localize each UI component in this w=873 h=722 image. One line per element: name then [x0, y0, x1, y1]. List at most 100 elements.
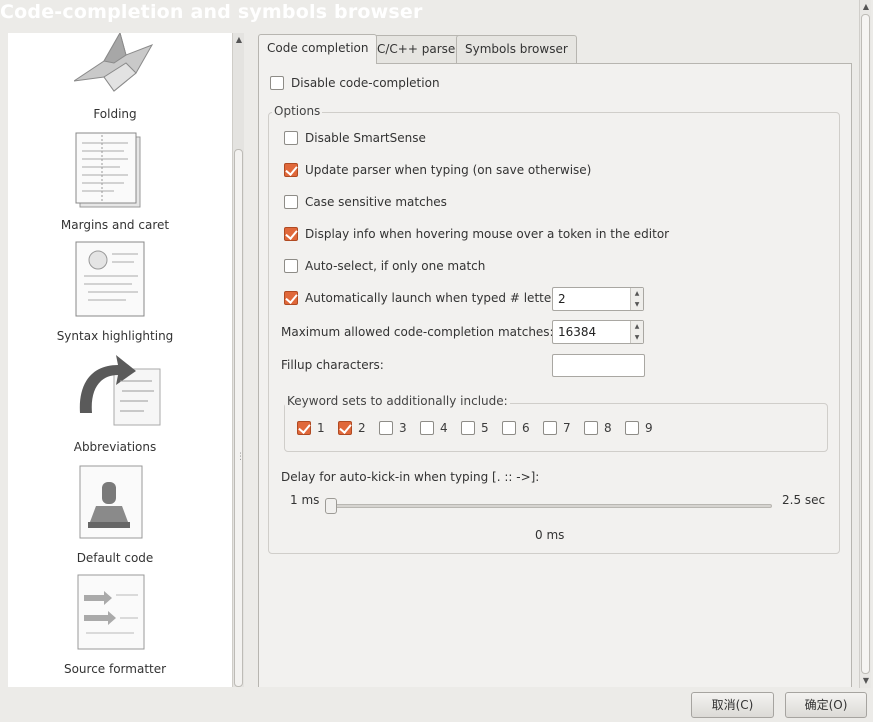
sidebar-item-margins-caret[interactable]: Margins and caret	[8, 131, 222, 242]
auto-launch-value: 2	[558, 292, 566, 306]
option-row[interactable]: Disable SmartSense	[284, 131, 426, 145]
sidebar-item-label: Source formatter	[63, 662, 167, 676]
delay-min-label: 1 ms	[290, 493, 320, 507]
sidebar-item-syntax-highlighting[interactable]: Syntax highlighting	[8, 240, 222, 351]
sidebar-item-label: Syntax highlighting	[56, 329, 174, 343]
keyword-set-label: 1	[317, 421, 325, 435]
keyword-set-8[interactable]: 8	[584, 421, 612, 435]
sidebar-item-source-formatter[interactable]: Source formatter	[8, 573, 222, 684]
disable-code-completion-label: Disable code-completion	[291, 76, 440, 90]
delay-label: Delay for auto-kick-in when typing [. ::…	[281, 470, 540, 484]
option-label: Update parser when typing (on save other…	[305, 163, 592, 177]
keyword-set-label: 3	[399, 421, 407, 435]
auto-launch-checkbox[interactable]	[284, 291, 298, 305]
stamp-document-icon	[74, 462, 154, 540]
sidebar-item-folding[interactable]: Folding	[8, 33, 222, 144]
tab-cpp-parser[interactable]: C/C++ parser	[368, 35, 470, 63]
origami-bird-icon	[73, 33, 154, 111]
option-label: Automatically launch when typed # letter…	[305, 291, 567, 305]
sidebar-item-label: Abbreviations	[73, 440, 157, 454]
keyword-sets-title: Keyword sets to additionally include:	[285, 394, 510, 408]
update-parser-checkbox[interactable]	[284, 163, 298, 177]
arrow-code-icon	[74, 351, 161, 429]
spin-up-icon[interactable]: ▲	[631, 288, 643, 299]
auto-select-checkbox[interactable]	[284, 259, 298, 273]
spin-up-icon[interactable]: ▲	[631, 321, 643, 332]
fillup-characters-input[interactable]	[552, 354, 645, 377]
scroll-down-arrow-icon[interactable]: ▼	[861, 676, 871, 685]
keyword-set-5[interactable]: 5	[461, 421, 489, 435]
keyword-set-9[interactable]: 9	[625, 421, 653, 435]
keyword-set-checkbox[interactable]	[297, 421, 311, 435]
keyword-set-checkbox[interactable]	[379, 421, 393, 435]
spin-down-icon[interactable]: ▼	[631, 332, 643, 343]
spin-down-icon[interactable]: ▼	[631, 299, 643, 310]
keyword-set-checkbox[interactable]	[584, 421, 598, 435]
keyword-set-2[interactable]: 2	[338, 421, 366, 435]
pane-splitter-handle[interactable]: ⋮	[236, 453, 245, 469]
option-row[interactable]: Update parser when typing (on save other…	[284, 163, 591, 177]
scroll-up-arrow-icon[interactable]: ▲	[861, 2, 871, 11]
main-scrollbar-thumb[interactable]	[861, 14, 870, 674]
arrows-document-icon	[74, 573, 154, 651]
keyword-set-checkbox[interactable]	[461, 421, 475, 435]
keyword-set-label: 5	[481, 421, 489, 435]
sidebar-item-label: Default code	[76, 551, 154, 565]
main-scrollbar[interactable]: ▲ ▼	[859, 0, 871, 688]
delay-slider-knob[interactable]	[325, 498, 337, 514]
option-row[interactable]: Auto-select, if only one match	[284, 259, 485, 273]
option-label: Disable SmartSense	[305, 131, 426, 145]
keyword-set-checkbox[interactable]	[625, 421, 639, 435]
option-row[interactable]: Automatically launch when typed # letter…	[284, 291, 566, 305]
keyword-set-checkbox[interactable]	[502, 421, 516, 435]
tab-symbols-browser[interactable]: Symbols browser	[456, 35, 577, 63]
keyword-set-3[interactable]: 3	[379, 421, 407, 435]
sidebar-item-abbreviations[interactable]: Abbreviations	[8, 351, 222, 462]
option-row[interactable]: Display info when hovering mouse over a …	[284, 227, 669, 241]
delay-slider-track[interactable]	[330, 504, 772, 508]
keyword-set-1[interactable]: 1	[297, 421, 325, 435]
keyword-set-label: 6	[522, 421, 530, 435]
document-pages-icon	[74, 131, 154, 209]
sidebar-item-label: Margins and caret	[60, 218, 170, 232]
keyword-set-label: 7	[563, 421, 571, 435]
window-title: Code-completion and symbols browser	[0, 1, 423, 23]
option-label: Display info when hovering mouse over a …	[305, 227, 670, 241]
max-matches-value: 16384	[558, 325, 597, 339]
disable-code-completion-row[interactable]: Disable code-completion	[270, 76, 440, 90]
sidebar-scrollbar-thumb[interactable]	[234, 149, 243, 687]
keyword-set-checkbox[interactable]	[543, 421, 557, 435]
keyword-set-label: 9	[645, 421, 653, 435]
tab-code-completion[interactable]: Code completion	[258, 34, 378, 64]
keyword-set-4[interactable]: 4	[420, 421, 448, 435]
delay-value-label: 0 ms	[535, 528, 565, 542]
max-matches-spinner[interactable]: 16384 ▲ ▼	[552, 320, 644, 344]
case-sensitive-checkbox[interactable]	[284, 195, 298, 209]
keyword-set-7[interactable]: 7	[543, 421, 571, 435]
keyword-set-label: 2	[358, 421, 366, 435]
options-group-title: Options	[272, 104, 323, 118]
scroll-up-arrow-icon[interactable]: ▲	[234, 35, 244, 45]
keyword-set-label: 4	[440, 421, 448, 435]
document-lightbulb-icon	[74, 240, 154, 318]
settings-sidebar: Folding Margins and caret Syntax highlig…	[8, 33, 232, 687]
fillup-label: Fillup characters:	[281, 358, 384, 372]
auto-launch-spinner[interactable]: 2 ▲ ▼	[552, 287, 644, 311]
keyword-set-checkbox[interactable]	[338, 421, 352, 435]
disable-code-completion-checkbox[interactable]	[270, 76, 284, 90]
keyword-set-label: 8	[604, 421, 612, 435]
max-matches-label: Maximum allowed code-completion matches:	[281, 325, 554, 339]
sidebar-scrollbar[interactable]: ▲	[232, 33, 244, 687]
sidebar-item-label: Folding	[93, 107, 137, 121]
disable-smartsense-checkbox[interactable]	[284, 131, 298, 145]
sidebar-item-default-code[interactable]: Default code	[8, 462, 222, 573]
cancel-button[interactable]: 取消(C)	[691, 692, 774, 718]
option-label: Auto-select, if only one match	[305, 259, 486, 273]
keyword-set-6[interactable]: 6	[502, 421, 530, 435]
display-hover-info-checkbox[interactable]	[284, 227, 298, 241]
delay-max-label: 2.5 sec	[782, 493, 826, 507]
option-row[interactable]: Case sensitive matches	[284, 195, 447, 209]
ok-button[interactable]: 确定(O)	[785, 692, 867, 718]
option-label: Case sensitive matches	[305, 195, 447, 209]
keyword-set-checkbox[interactable]	[420, 421, 434, 435]
